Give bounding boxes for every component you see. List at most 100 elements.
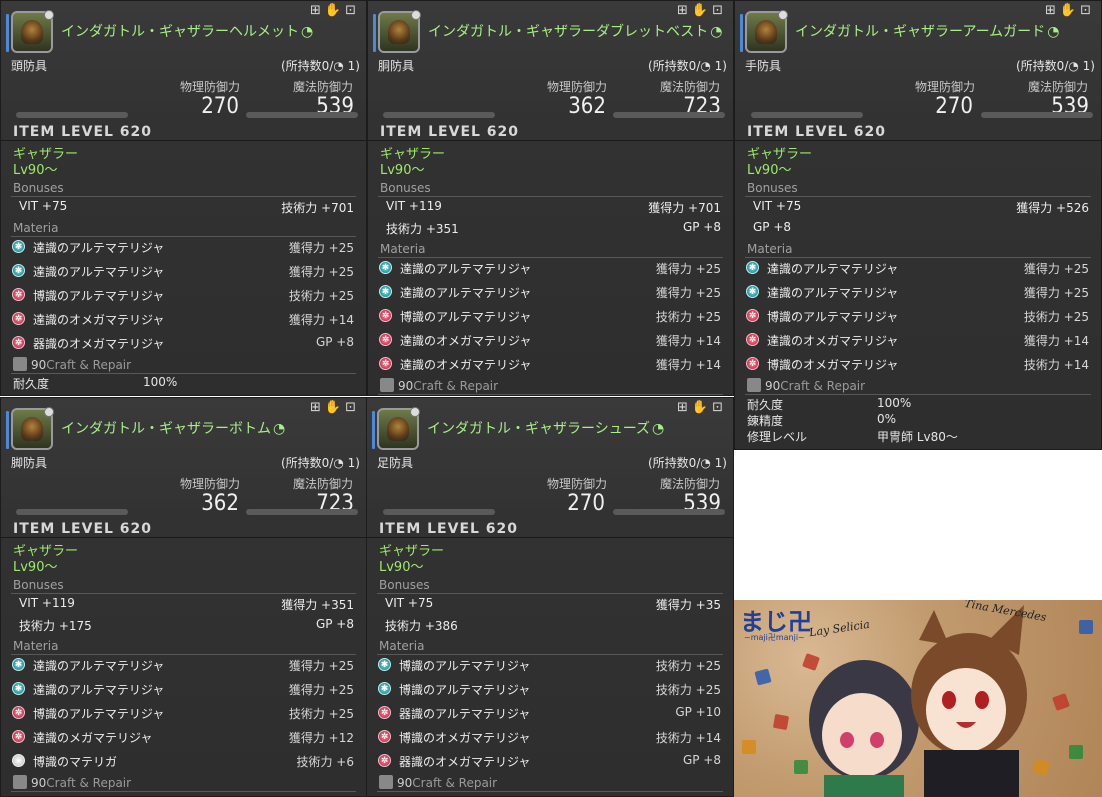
property-label: 錬精度 [747,414,784,428]
plus-box-icon[interactable]: ⊞ [677,400,692,415]
item-category: 手防具 [745,59,782,73]
owned-count-prefix: (所持数0/ [281,456,334,470]
magic-defense-bar [613,112,725,118]
bonus-right: 獲得力 +35 [655,598,721,612]
craft-level: 90 [31,358,47,372]
craft-level: 90 [765,379,781,393]
materia-value: 技術力 +25 [288,707,354,721]
bonus-left: 技術力 +351 [386,222,459,236]
materia-name: 博識のアルテマテリジャ [400,310,532,324]
tooltip-action-icons: ⊞✋⊡ [310,3,360,18]
stack-icon[interactable]: ⊡ [712,3,727,18]
owned-count-prefix: (所持数0/ [648,456,701,470]
item-name: インダガトル・ギャザラーシューズ [427,421,651,437]
materia-name: 器識のオメガマテリジャ [33,337,165,351]
hand-pin-icon[interactable]: ✋ [325,400,345,415]
bonuses-divider [11,593,356,594]
materia-value: 獲得力 +25 [288,659,354,673]
bonus-left: 技術力 +175 [19,619,92,633]
materia-name: 器識のオメガマテリジャ [399,755,531,769]
physical-defense-label: 物理防御力 [180,477,241,491]
materia-value: 獲得力 +14 [288,313,354,327]
materia-name: 達識のアルテマテリジャ [767,286,899,300]
hand-pin-icon[interactable]: ✋ [692,400,712,415]
materia-icon: ✱ [379,285,392,298]
stack-icon[interactable]: ⊡ [345,400,360,415]
hand-pin-icon[interactable]: ✋ [325,3,345,18]
materia-name: 博識のアルテマテリジャ [399,659,531,673]
materia-heading: Materia [380,242,426,256]
plus-box-icon[interactable]: ⊞ [677,3,692,18]
materia-icon: ✲ [746,357,759,370]
item-tooltip-panel: ⊞✋⊡ インダガトル・ギャザラーシューズ ◔ 足防具 (所持数0/◔ 1) 物理防御力 魔法… [366,397,734,797]
craft-repair-row: 90Craft & Repair [13,775,131,790]
materia-value: GP +10 [675,705,721,719]
materia-value: 技術力 +25 [655,659,721,673]
materia-name: 器識のアルテマテリジャ [399,707,531,721]
level-requirement: Lv90〜 [747,163,792,178]
bonus-left: VIT +75 [19,199,68,213]
plus-box-icon[interactable]: ⊞ [1045,3,1060,18]
item-category: 脚防具 [11,456,48,470]
level-requirement: Lv90〜 [380,163,425,178]
magic-defense-label: 魔法防御力 [293,80,354,94]
item-name-row: インダガトル・ギャザラーダブレットベスト ◔ [428,21,723,41]
owned-count-prefix: (所持数0/ [648,59,701,73]
item-level: ITEM LEVEL 620 [13,521,153,537]
materia-divider [378,257,723,258]
materia-name: 達識のオメガマテリジャ [767,334,899,348]
materia-icon: ✲ [12,706,25,719]
materia-heading: Materia [379,639,425,653]
bonus-right: GP +8 [315,617,354,631]
stack-icon[interactable]: ⊡ [345,3,360,18]
item-icon [6,407,54,450]
owned-count-prefix: (所持数0/ [1016,59,1069,73]
materia-icon: ✲ [746,333,759,346]
item-icon [740,10,788,53]
item-level-divider [1,140,366,141]
materia-icon: ✲ [12,288,25,301]
item-level-divider [1,537,366,538]
item-tooltip-panel: ⊞✋⊡ インダガトル・ギャザラーヘルメット ◔ 頭防具 (所持数0/◔ 1) 物理防御力魔… [0,0,367,396]
crafter-icon [13,357,27,371]
magic-defense-bar [613,509,725,515]
materia-name: 達識のアルテマテリジャ [400,286,532,300]
tooltip-action-icons: ⊞✋⊡ [677,400,727,415]
materia-heading: Materia [747,242,793,256]
hand-pin-icon[interactable]: ✋ [1060,3,1080,18]
stack-icon[interactable]: ⊡ [712,400,727,415]
materia-name: 達識のアルテマテリジャ [33,659,165,673]
magic-defense-label: 魔法防御力 [1028,80,1089,94]
owned-count-suffix: 1) [1078,59,1095,73]
item-name: インダガトル・ギャザラーボトム [61,421,271,437]
item-level: ITEM LEVEL 620 [380,124,520,140]
materia-heading: Materia [13,221,59,235]
materia-value: 獲得力 +25 [1023,286,1089,300]
materia-icon: ✱ [378,658,391,671]
hand-pin-icon[interactable]: ✋ [692,3,712,18]
physical-defense-bar [16,509,128,515]
materia-name: 達識のアルテマテリジャ [33,683,165,697]
hq-glyph-icon: ◔ [301,24,314,40]
materia-value: 技術力 +25 [1023,310,1089,324]
materia-icon: ✲ [378,754,391,767]
physical-defense-bar [16,112,128,118]
hq-dot-icon [778,10,788,20]
craft-level: 90 [397,776,413,790]
plus-box-icon[interactable]: ⊞ [310,3,325,18]
physical-defense-label: 物理防御力 [547,80,608,94]
materia-divider [11,236,356,237]
item-tooltip-panel: ⊞✋⊡ インダガトル・ギャザラーボトム ◔ 脚防具 (所持数0/◔ 1) 物理防御力 魔法防… [0,397,367,797]
craft-divider [11,791,356,792]
materia-icon: ✱ [12,658,25,671]
materia-icon: ✲ [12,336,25,349]
bonus-left: GP +8 [753,220,792,234]
stack-icon[interactable]: ⊡ [1080,3,1095,18]
craft-repair-label: Craft & Repair [412,776,498,790]
plus-box-icon[interactable]: ⊞ [310,400,325,415]
materia-divider [377,654,723,655]
craft-repair-label: Craft & Repair [780,379,866,393]
owned-count: (所持数0/◔ 1) [648,454,727,471]
hq-small-icon: ◔ [700,456,711,470]
magic-defense-bar [246,509,358,515]
